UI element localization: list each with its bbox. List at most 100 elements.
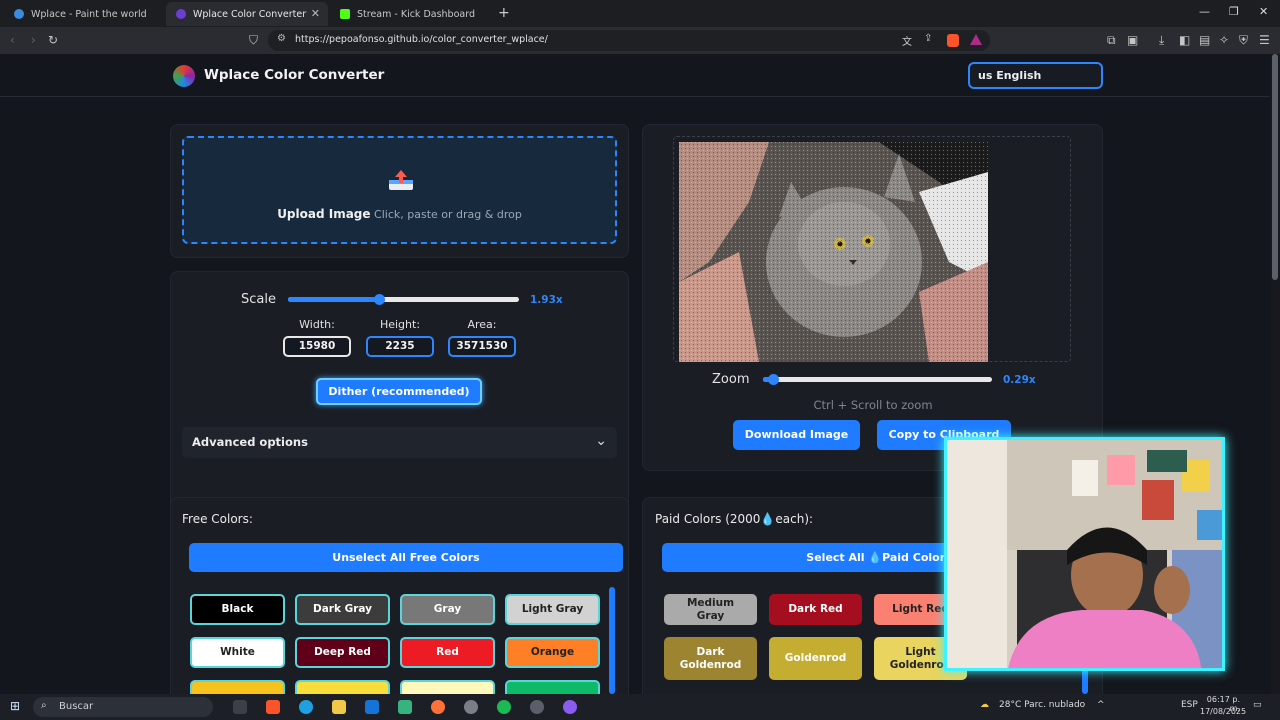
dither-button[interactable]: Dither (recommended) xyxy=(316,378,482,405)
sidebar-icon[interactable]: ◧ xyxy=(1179,33,1190,47)
brave-shields-icon[interactable] xyxy=(947,34,959,47)
zoom-slider[interactable] xyxy=(763,374,992,385)
brave-rewards-icon[interactable] xyxy=(970,34,982,45)
address-bar[interactable]: ⚙ https://pepoafonso.github.io/color_con… xyxy=(268,30,990,51)
scale-slider[interactable] xyxy=(288,294,519,305)
new-tab-icon[interactable]: + xyxy=(498,5,510,21)
color-button-goldenrod[interactable]: Goldenrod xyxy=(769,637,862,680)
download-image-button[interactable]: Download Image xyxy=(733,420,860,450)
edge-app-icon[interactable] xyxy=(299,700,313,714)
site-settings-icon[interactable]: ⚙ xyxy=(277,33,286,44)
task-view-icon[interactable] xyxy=(233,700,247,714)
obs-app-icon[interactable] xyxy=(464,700,478,714)
translate-icon[interactable]: 文 xyxy=(902,33,912,48)
page-scrollbar-thumb[interactable] xyxy=(1272,54,1278,280)
weather-icon: ☁ xyxy=(980,700,989,710)
close-tab-icon[interactable]: ✕ xyxy=(311,7,320,20)
keyboard-language[interactable]: ESP xyxy=(1181,700,1198,710)
paid-colors-title: Paid Colors (2000💧each): xyxy=(655,512,814,526)
vpn-icon[interactable]: ⛨ xyxy=(1239,33,1248,48)
notifications-icon[interactable]: ▭ xyxy=(1253,700,1262,710)
discord-app-icon[interactable] xyxy=(563,700,577,714)
color-button-dark-goldenrod[interactable]: Dark Goldenrod xyxy=(664,637,757,680)
minimize-icon[interactable]: — xyxy=(1199,5,1210,18)
zoom-value: 0.29x xyxy=(1003,374,1036,386)
area-input[interactable]: 3571530 xyxy=(448,336,516,357)
tab-title: Wplace - Paint the world xyxy=(31,8,147,20)
color-button-partial[interactable] xyxy=(505,680,600,694)
upload-label: Upload Image Click, paste or drag & drop xyxy=(184,207,615,221)
free-colors-scrollbar[interactable] xyxy=(609,587,615,694)
advanced-options-toggle[interactable]: Advanced options ⌄ xyxy=(182,427,617,458)
color-button-partial[interactable] xyxy=(190,680,285,694)
tab-color-converter[interactable]: Wplace Color Converter ✕ xyxy=(166,2,328,26)
chevron-down-icon: ⌄ xyxy=(595,433,607,449)
kick-icon xyxy=(340,9,350,19)
close-window-icon[interactable]: ✕ xyxy=(1259,5,1268,18)
clock-date[interactable]: 17/08/2025 xyxy=(1200,707,1246,716)
url-text: https://pepoafonso.github.io/color_conve… xyxy=(295,34,548,45)
color-button-partial[interactable] xyxy=(295,680,390,694)
color-button-partial[interactable] xyxy=(400,680,495,694)
brave-app-icon[interactable] xyxy=(266,700,280,714)
app-icon[interactable] xyxy=(530,700,544,714)
page-scrollbar[interactable] xyxy=(1271,54,1280,694)
unselect-all-free-colors-button[interactable]: Unselect All Free Colors xyxy=(189,543,623,572)
color-button-black[interactable]: Black xyxy=(190,594,285,625)
upload-hint: Click, paste or drag & drop xyxy=(374,208,522,221)
scale-label: Scale xyxy=(241,292,276,307)
width-input[interactable]: 15980 xyxy=(283,336,351,357)
screenshot-icon[interactable]: ▣ xyxy=(1127,33,1138,47)
share-icon[interactable]: ⇪ xyxy=(924,33,932,44)
file-explorer-icon[interactable] xyxy=(332,700,346,714)
webcam-overlay xyxy=(944,437,1225,671)
upload-title: Upload Image xyxy=(277,207,371,221)
color-button-medium-gray[interactable]: Medium Gray xyxy=(664,594,757,625)
restore-icon[interactable]: ❐ xyxy=(1229,5,1239,18)
area-label: Area: xyxy=(467,318,497,331)
leo-ai-icon[interactable]: ✧ xyxy=(1219,33,1229,47)
color-button-orange[interactable]: Orange xyxy=(505,637,600,668)
wallet-icon[interactable]: ▤ xyxy=(1199,33,1210,47)
color-button-red[interactable]: Red xyxy=(400,637,495,668)
tray-chevron-icon[interactable]: ^ xyxy=(1097,700,1105,710)
back-icon[interactable]: ‹ xyxy=(10,33,15,47)
windows-taskbar: ⊞ ⌕ Buscar ☁ 28°C Parc. nublado ^ ESP 06… xyxy=(0,694,1280,720)
scale-value: 1.93x xyxy=(530,294,563,306)
reload-icon[interactable]: ↻ xyxy=(48,33,58,47)
bookmark-icon[interactable]: ⛉ xyxy=(249,33,258,48)
width-label: Width: xyxy=(299,318,335,331)
color-button-white[interactable]: White xyxy=(190,637,285,668)
color-button-light-gray[interactable]: Light Gray xyxy=(505,594,600,625)
logo-icon xyxy=(173,65,195,87)
color-button-dark-gray[interactable]: Dark Gray xyxy=(295,594,390,625)
height-label: Height: xyxy=(379,318,421,331)
language-select[interactable]: us English xyxy=(968,62,1103,89)
scale-slider-handle[interactable] xyxy=(374,294,385,305)
height-input[interactable]: 2235 xyxy=(366,336,434,357)
tab-wplace[interactable]: Wplace - Paint the world xyxy=(4,2,166,26)
scale-slider-fill xyxy=(288,297,380,302)
color-button-dark-red[interactable]: Dark Red xyxy=(769,594,862,625)
extensions-icon[interactable]: ⧉ xyxy=(1107,33,1116,48)
forward-icon[interactable]: › xyxy=(31,33,36,47)
outlook-app-icon[interactable] xyxy=(365,700,379,714)
spotify-app-icon[interactable] xyxy=(497,700,511,714)
tab-title: Stream - Kick Dashboard xyxy=(357,8,475,20)
browser-window: Wplace - Paint the world Wplace Color Co… xyxy=(0,0,1280,54)
firefox-app-icon[interactable] xyxy=(431,700,445,714)
downloads-icon[interactable]: ⤓ xyxy=(1159,33,1164,48)
site-header: Wplace Color Converter us English xyxy=(0,54,1270,97)
tab-title: Wplace Color Converter xyxy=(193,8,307,20)
tab-kick-dashboard[interactable]: Stream - Kick Dashboard xyxy=(330,2,492,26)
store-app-icon[interactable] xyxy=(398,700,412,714)
menu-icon[interactable]: ☰ xyxy=(1259,33,1270,47)
upload-dropzone[interactable]: Upload Image Click, paste or drag & drop xyxy=(182,136,617,244)
zoom-slider-handle[interactable] xyxy=(768,374,779,385)
color-button-deep-red[interactable]: Deep Red xyxy=(295,637,390,668)
windows-start-icon[interactable]: ⊞ xyxy=(10,699,20,713)
taskbar-search[interactable]: ⌕ Buscar xyxy=(33,697,213,717)
search-icon: ⌕ xyxy=(41,700,47,711)
weather-text[interactable]: 28°C Parc. nublado xyxy=(999,700,1085,710)
color-button-gray[interactable]: Gray xyxy=(400,594,495,625)
